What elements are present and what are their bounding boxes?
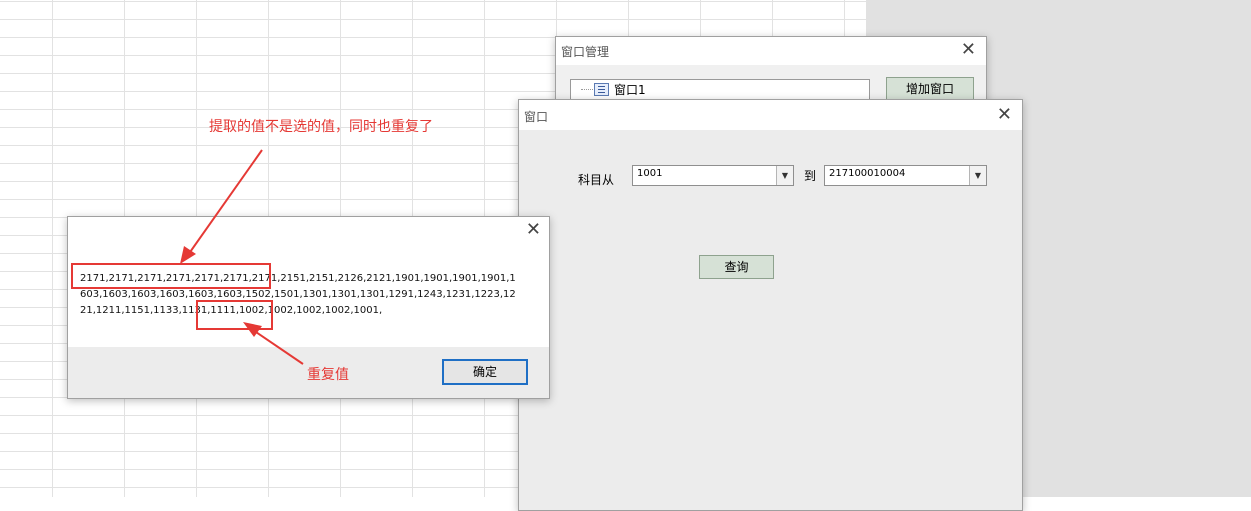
annotation-duplicate-note: 重复值 [307,367,349,383]
annotation-arrows [180,149,304,365]
annotation-top-note: 提取的值不是选的值，同时也重复了 [209,119,433,135]
